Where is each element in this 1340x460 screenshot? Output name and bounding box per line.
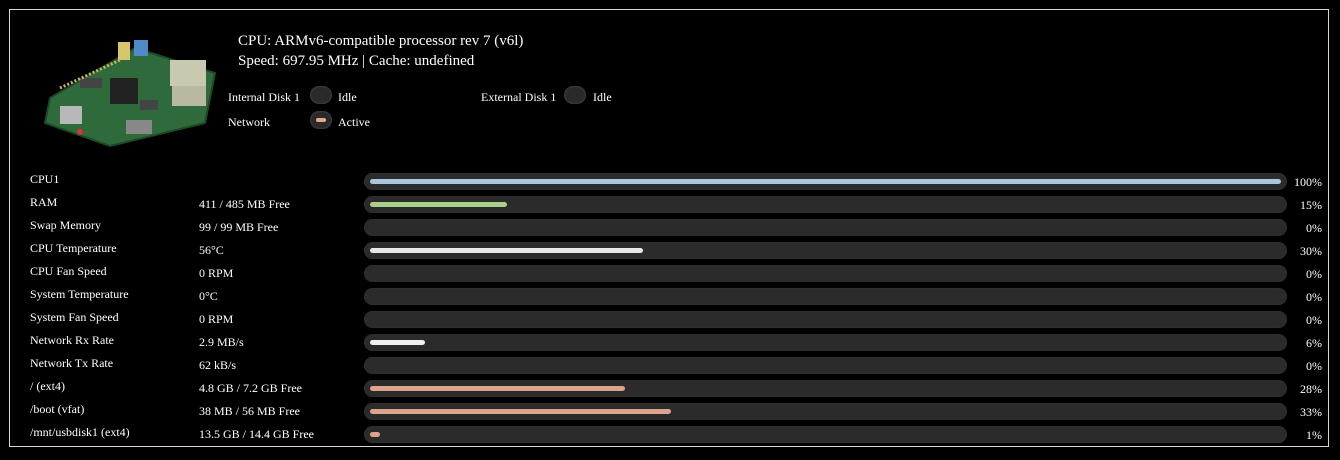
stat-row: /mnt/usbdisk1 (ext4) 13.5 GB / 14.4 GB Fr…	[30, 425, 1330, 448]
external-disk-led-icon	[564, 86, 586, 104]
stat-label: System Fan Speed	[30, 310, 119, 324]
stat-row: /boot (vfat) 38 MB / 56 MB Free 33%	[30, 402, 1330, 425]
stat-label: CPU1	[30, 172, 60, 186]
stat-progress-track	[364, 173, 1287, 190]
stat-progress-track	[364, 219, 1287, 236]
stat-value: 62 kB/s	[199, 358, 237, 372]
stat-row: CPU Fan Speed 0 RPM 0%	[30, 264, 1330, 287]
stat-progress-track	[364, 334, 1287, 351]
stat-row: CPU Temperature 56°C 30%	[30, 241, 1330, 264]
stat-row: Swap Memory 99 / 99 MB Free 0%	[30, 218, 1330, 241]
cpu-speed-text: Speed: 697.95 MHz | Cache: undefined	[238, 53, 475, 69]
stat-progress-track	[364, 288, 1287, 305]
cpu-model-text: CPU: ARMv6-compatible processor rev 7 (v…	[238, 33, 524, 49]
stat-label: Swap Memory	[30, 218, 101, 232]
stat-percent: 15%	[1300, 198, 1322, 212]
stat-label: System Temperature	[30, 287, 129, 301]
stat-value: 38 MB / 56 MB Free	[199, 404, 301, 418]
indicator-label: External Disk 1	[481, 90, 557, 104]
stat-value: 2.9 MB/s	[199, 335, 244, 349]
stat-row: / (ext4) 4.8 GB / 7.2 GB Free 28%	[30, 379, 1330, 402]
stat-percent: 30%	[1300, 244, 1322, 258]
stat-progress-track	[364, 242, 1287, 259]
internal-disk-led-icon	[310, 86, 332, 104]
stat-label: RAM	[30, 195, 58, 209]
stat-progress-track	[364, 196, 1287, 213]
stat-percent: 6%	[1306, 336, 1322, 350]
stat-progress-track	[364, 403, 1287, 420]
stat-progress-fill	[370, 386, 625, 391]
stat-percent: 33%	[1300, 405, 1322, 419]
stat-progress-track	[364, 380, 1287, 397]
stat-label: /boot (vfat)	[30, 402, 85, 416]
stat-value: 99 / 99 MB Free	[199, 220, 279, 234]
stat-value: 0 RPM	[199, 312, 234, 326]
stat-progress-track	[364, 311, 1287, 328]
stat-percent: 0%	[1306, 290, 1322, 304]
stat-progress-fill	[370, 202, 507, 207]
stats-list: CPU1 100% RAM 411 / 485 MB Free 15% Swap Memo…	[30, 172, 1330, 448]
stat-percent: 0%	[1306, 313, 1322, 327]
stat-progress-fill	[370, 432, 380, 437]
stat-row: RAM 411 / 485 MB Free 15%	[30, 195, 1330, 218]
stat-value: 411 / 485 MB Free	[199, 197, 290, 211]
stat-row: System Fan Speed 0 RPM 0%	[30, 310, 1330, 333]
stat-row: System Temperature 0°C 0%	[30, 287, 1330, 310]
indicator-state: Idle	[593, 90, 612, 104]
stat-row: Network Tx Rate 62 kB/s 0%	[30, 356, 1330, 379]
indicator-label: Internal Disk 1	[228, 90, 300, 104]
stat-progress-fill	[370, 340, 425, 345]
stat-row: CPU1 100%	[30, 172, 1330, 195]
stat-progress-fill	[370, 248, 643, 253]
stat-label: CPU Fan Speed	[30, 264, 107, 278]
stat-progress-track	[364, 265, 1287, 282]
stat-percent: 1%	[1306, 428, 1322, 442]
stat-progress-fill	[370, 409, 671, 414]
indicator-label: Network	[228, 115, 270, 129]
dashboard-frame: CPU: ARMv6-compatible processor rev 7 (v…	[9, 9, 1329, 447]
stat-row: Network Rx Rate 2.9 MB/s 6%	[30, 333, 1330, 356]
stat-label: Network Tx Rate	[30, 356, 114, 370]
stat-label: /mnt/usbdisk1 (ext4)	[30, 425, 130, 439]
stat-value: 56°C	[199, 243, 224, 257]
stat-value: 0°C	[199, 289, 218, 303]
stat-progress-fill	[370, 179, 1281, 184]
stat-percent: 100%	[1294, 175, 1322, 189]
stat-value: 13.5 GB / 14.4 GB Free	[199, 427, 314, 441]
indicator-state: Active	[338, 115, 370, 129]
stat-percent: 0%	[1306, 267, 1322, 281]
stat-percent: 0%	[1306, 221, 1322, 235]
indicator-state: Idle	[338, 90, 357, 104]
stat-value: 4.8 GB / 7.2 GB Free	[199, 381, 302, 395]
stat-percent: 0%	[1306, 359, 1322, 373]
stat-value: 0 RPM	[199, 266, 234, 280]
raspberry-pi-board-image	[43, 40, 217, 148]
network-led-icon	[310, 111, 332, 129]
stat-progress-track	[364, 426, 1287, 443]
stat-label: Network Rx Rate	[30, 333, 114, 347]
stat-label: / (ext4)	[30, 379, 65, 393]
stat-progress-track	[364, 357, 1287, 374]
stat-percent: 28%	[1300, 382, 1322, 396]
stat-label: CPU Temperature	[30, 241, 117, 255]
